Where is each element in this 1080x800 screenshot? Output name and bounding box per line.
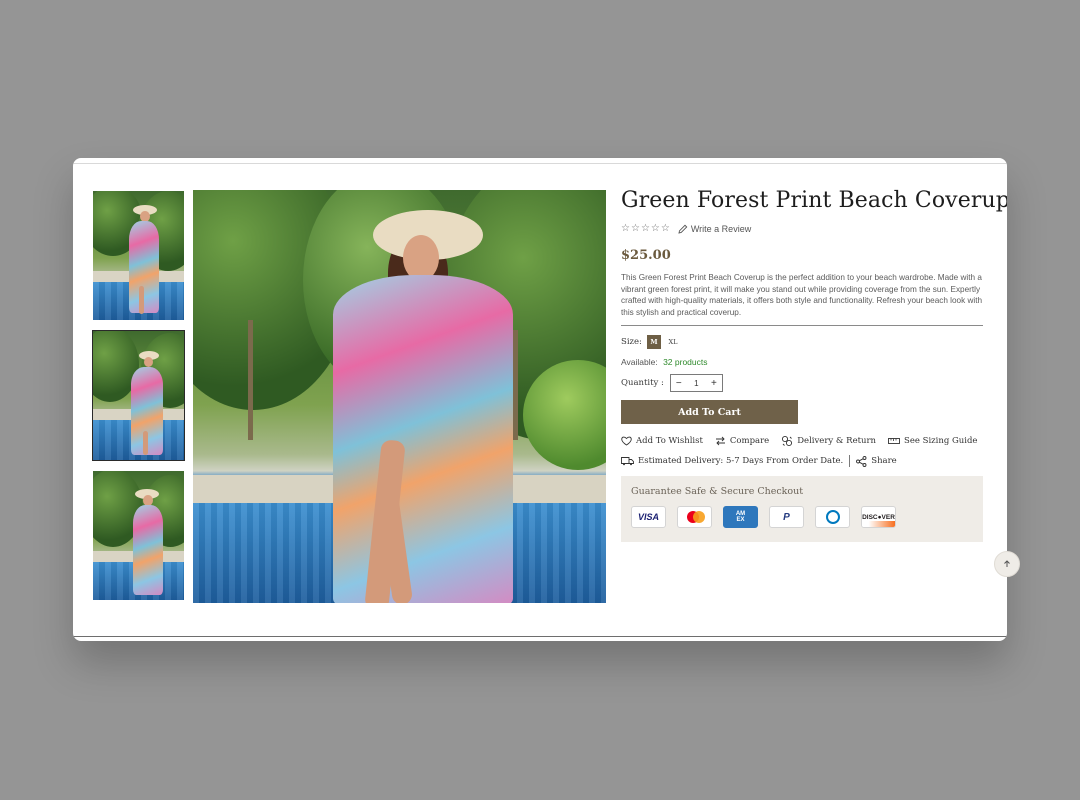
thumbnail-image bbox=[93, 331, 184, 460]
visa-label: VISA bbox=[637, 512, 659, 523]
add-to-cart-button[interactable]: Add To Cart bbox=[621, 400, 798, 425]
compare-link[interactable]: Compare bbox=[715, 436, 769, 446]
quantity-row: Quantity : − 1 + bbox=[621, 374, 985, 393]
quantity-stepper: − 1 + bbox=[669, 374, 723, 393]
product-description: This Green Forest Print Beach Coverup is… bbox=[621, 273, 983, 317]
wishlist-label: Add To Wishlist bbox=[636, 436, 703, 447]
truck-icon bbox=[621, 457, 634, 466]
delivery-return-link[interactable]: Delivery & Return bbox=[781, 435, 876, 447]
amex-icon: AM EX bbox=[723, 506, 758, 529]
discover-icon: DISC●VER bbox=[861, 506, 896, 529]
share-label: Share bbox=[871, 456, 897, 467]
quantity-label: Quantity : bbox=[621, 378, 664, 389]
compare-label: Compare bbox=[729, 436, 770, 447]
rating-stars[interactable]: ☆ ☆ ☆ ☆ ☆ bbox=[621, 224, 670, 234]
heart-icon bbox=[621, 436, 632, 446]
thumbnail-2[interactable] bbox=[92, 330, 185, 461]
thumbnail-1[interactable] bbox=[92, 190, 185, 321]
estimated-delivery: Estimated Delivery: 5-7 Days From Order … bbox=[621, 456, 843, 466]
separator bbox=[849, 455, 851, 468]
estimated-delivery-label: Estimated Delivery: 5-7 Days From Order … bbox=[638, 456, 844, 467]
amex-label-bottom: EX bbox=[736, 517, 745, 524]
visa-icon: VISA bbox=[631, 506, 666, 529]
star-icon: ☆ bbox=[621, 223, 630, 234]
product-price: $25.00 bbox=[621, 248, 671, 263]
divider bbox=[621, 325, 983, 327]
ruler-icon bbox=[888, 438, 900, 445]
paypal-icon: P bbox=[769, 506, 804, 529]
top-divider bbox=[73, 163, 1007, 164]
size-option-m[interactable]: M bbox=[646, 335, 661, 350]
sizing-guide-link[interactable]: See Sizing Guide bbox=[888, 436, 977, 446]
size-selector: Size: M XL bbox=[621, 335, 985, 350]
write-review-link[interactable]: Write a Review bbox=[678, 224, 751, 234]
star-icon: ☆ bbox=[660, 223, 670, 234]
write-review-label: Write a Review bbox=[690, 224, 752, 234]
secure-checkout-box: Guarantee Safe & Secure Checkout VISA AM… bbox=[621, 476, 983, 543]
quantity-input[interactable]: 1 bbox=[694, 379, 698, 388]
main-product-image[interactable] bbox=[193, 190, 606, 603]
paypal-label: P bbox=[783, 511, 790, 523]
delivery-return-label: Delivery & Return bbox=[797, 436, 877, 447]
payment-icons: VISA AM EX P DISC●VER bbox=[631, 506, 973, 529]
bottom-divider bbox=[73, 636, 1007, 637]
mastercard-icon bbox=[677, 506, 712, 529]
product-actions: Add To Wishlist Compare Delivery & Retur… bbox=[621, 435, 985, 447]
quantity-decrement-button[interactable]: − bbox=[676, 378, 682, 389]
size-label: Size: bbox=[621, 337, 642, 348]
quantity-increment-button[interactable]: + bbox=[711, 378, 717, 389]
delivery-return-icon bbox=[782, 436, 793, 447]
discover-label: DISC●VER bbox=[862, 513, 895, 521]
product-info-panel: Green Forest Print Beach Coverup ☆ ☆ ☆ ☆… bbox=[621, 188, 1007, 543]
thumbnail-image bbox=[93, 191, 184, 320]
star-icon: ☆ bbox=[640, 223, 650, 234]
available-label: Available: bbox=[621, 357, 658, 368]
review-row: ☆ ☆ ☆ ☆ ☆ Write a Review bbox=[621, 223, 985, 235]
star-icon: ☆ bbox=[650, 223, 660, 234]
available-count: 32 products bbox=[663, 357, 708, 368]
product-title: Green Forest Print Beach Coverup bbox=[621, 188, 1007, 213]
checkout-title: Guarantee Safe & Secure Checkout bbox=[631, 486, 804, 498]
product-actions-secondary: Estimated Delivery: 5-7 Days From Order … bbox=[621, 455, 985, 468]
diners-club-icon bbox=[815, 506, 850, 529]
pencil-icon bbox=[678, 224, 688, 234]
photo-scene bbox=[193, 190, 606, 603]
compare-arrows-icon bbox=[715, 437, 725, 446]
thumbnail-image bbox=[93, 471, 184, 600]
product-quickview-modal: Green Forest Print Beach Coverup ☆ ☆ ☆ ☆… bbox=[73, 158, 1007, 641]
availability: Available: 32 products bbox=[621, 357, 985, 367]
size-option-xl[interactable]: XL bbox=[666, 335, 680, 349]
thumbnail-3[interactable] bbox=[92, 470, 185, 601]
share-icon bbox=[856, 455, 867, 467]
scroll-to-top-button[interactable] bbox=[994, 551, 1020, 577]
arrow-up-icon bbox=[1004, 560, 1010, 567]
star-icon: ☆ bbox=[630, 223, 640, 234]
thumbnail-list bbox=[92, 190, 185, 610]
sizing-guide-label: See Sizing Guide bbox=[904, 436, 978, 447]
add-to-wishlist-link[interactable]: Add To Wishlist bbox=[621, 436, 703, 446]
share-link[interactable]: Share bbox=[856, 455, 897, 467]
